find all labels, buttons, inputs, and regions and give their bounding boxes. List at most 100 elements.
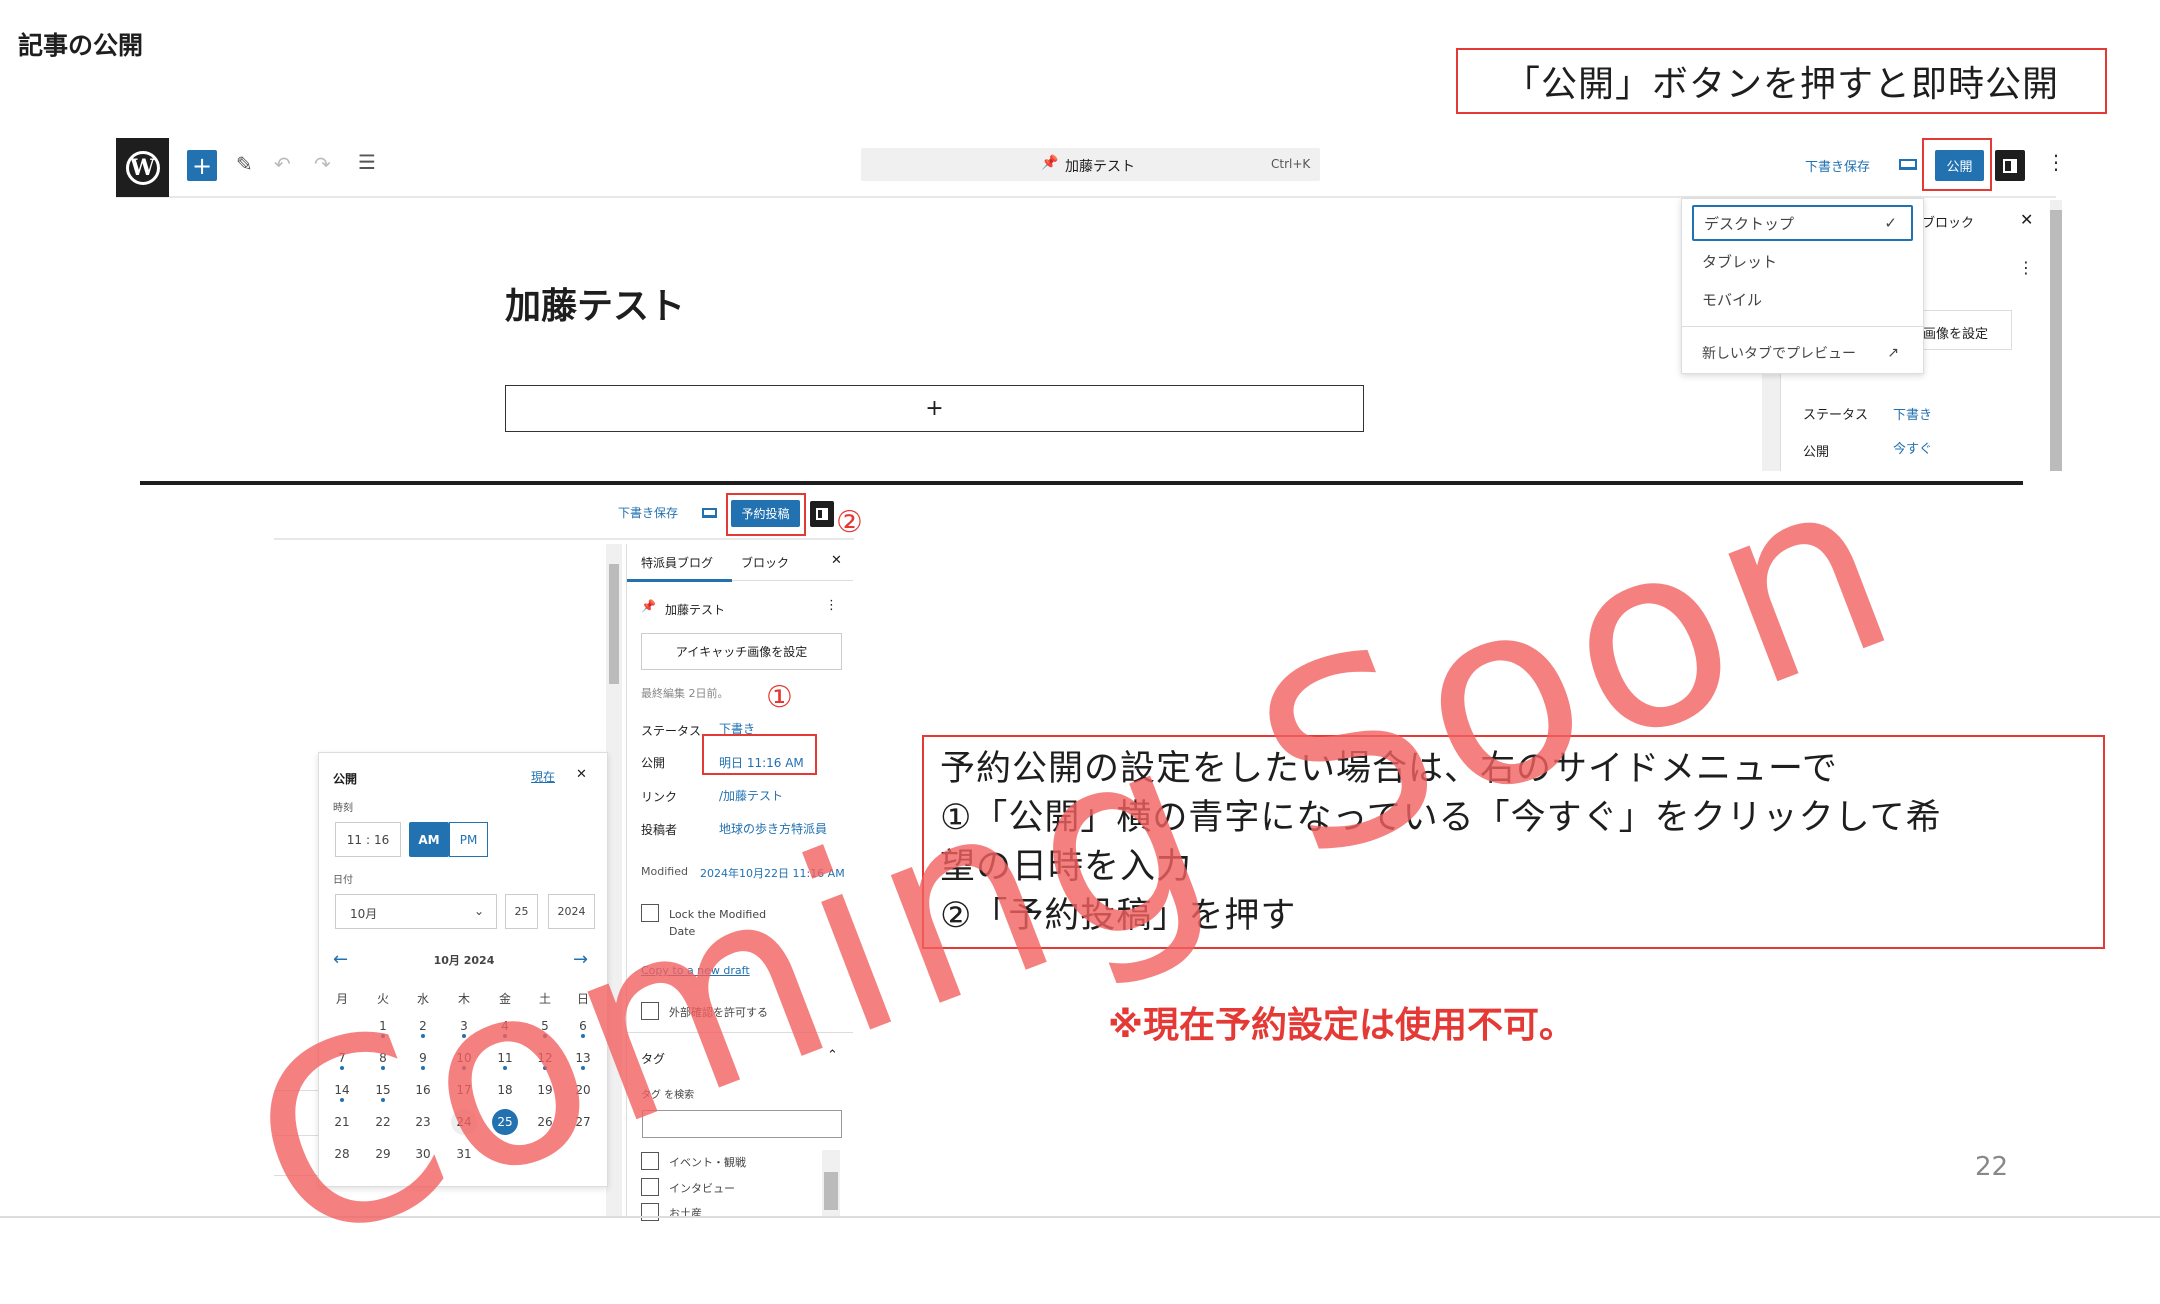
calendar-day[interactable]: 3: [449, 1013, 479, 1039]
allow-preview-checkbox[interactable]: [641, 1002, 659, 1020]
tag-checkbox[interactable]: [641, 1203, 659, 1221]
tab-block[interactable]: ブロック: [1922, 212, 1974, 231]
save-draft-button[interactable]: 下書き保存: [618, 504, 678, 521]
calendar-day[interactable]: 24: [451, 1109, 477, 1135]
calendar-day[interactable]: 6: [568, 1013, 598, 1039]
calendar-day[interactable]: 18: [490, 1077, 520, 1103]
calendar-day[interactable]: 21: [327, 1109, 357, 1135]
post-name: 加藤テスト: [665, 603, 726, 617]
toolbar-border: [274, 538, 854, 540]
featured-image-button[interactable]: 画像を設定: [1912, 310, 2012, 350]
calendar-day[interactable]: 16: [408, 1077, 438, 1103]
kebab-icon[interactable]: ⋮: [825, 598, 838, 613]
modified-value: 2024年10月22日 11:16 AM: [700, 867, 845, 880]
menu-item-mobile[interactable]: モバイル: [1692, 281, 1913, 317]
calendar-day[interactable]: 10: [449, 1045, 479, 1071]
post-dot-icon: [381, 1066, 385, 1070]
calendar-day[interactable]: 22: [368, 1109, 398, 1135]
undo-icon[interactable]: ↶: [274, 152, 291, 176]
marker-1: ①: [766, 680, 793, 715]
redo-icon[interactable]: ↷: [314, 152, 331, 176]
tab-block[interactable]: ブロック: [741, 554, 789, 571]
chevron-up-icon[interactable]: ⌃: [827, 1048, 838, 1063]
calendar-day[interactable]: 1: [368, 1013, 398, 1039]
tag-checkbox[interactable]: [641, 1178, 659, 1196]
settings-sidebar: 特派員ブログ ブロック ✕ 📌 加藤テスト ⋮ アイキャッチ画像を設定 最終編集…: [626, 544, 853, 1221]
tag-option: お土産: [669, 1207, 702, 1220]
calendar-day[interactable]: 5: [530, 1013, 560, 1039]
calendar-day[interactable]: 4: [490, 1013, 520, 1039]
calendar-day[interactable]: 28: [327, 1141, 357, 1167]
calendar-grid: 月火水木金土日 1 2 3 4 5 6 7 8 9 10 11 12 13 14 15 16 17 18 19 20 21…: [319, 753, 609, 1188]
allow-preview-label: 外部確認を許可する: [669, 1006, 768, 1019]
last-edited: 最終編集 2日前。: [641, 687, 729, 700]
slide-title: 記事の公開: [18, 31, 144, 60]
status-label: ステータス: [1803, 408, 1869, 423]
close-icon[interactable]: ✕: [2020, 210, 2033, 229]
lock-label-line1: Lock the Modified: [669, 908, 767, 921]
post-dot-icon: [381, 1034, 385, 1038]
weekday-label: 月: [335, 992, 348, 1006]
close-icon[interactable]: ✕: [831, 553, 842, 568]
options-kebab-icon[interactable]: ⋮: [2046, 150, 2066, 174]
calendar-day[interactable]: 29: [368, 1141, 398, 1167]
calendar-day[interactable]: 11: [490, 1045, 520, 1071]
lock-modified-checkbox[interactable]: [641, 904, 659, 922]
status-value[interactable]: 下書き: [1893, 404, 1932, 423]
calendar-day[interactable]: 26: [530, 1109, 560, 1135]
calendar-day[interactable]: 9: [408, 1045, 438, 1071]
weekday-label: 金: [498, 992, 511, 1006]
tag-checkbox[interactable]: [641, 1152, 659, 1170]
wordpress-logo[interactable]: W: [116, 138, 169, 197]
instruction-box: 予約公開の設定をしたい場合は、右のサイドメニューで ①「公開」横の青字になってい…: [922, 735, 2105, 949]
scrollbar[interactable]: [2050, 210, 2062, 471]
kebab-icon[interactable]: ⋮: [2018, 258, 2034, 277]
menu-item-new-tab-preview[interactable]: 新しいタブでプレビュー ↗: [1692, 335, 1913, 371]
calendar-day[interactable]: 27: [568, 1109, 598, 1135]
calendar-day[interactable]: 13: [568, 1045, 598, 1071]
post-dot-icon: [581, 1034, 585, 1038]
calendar-day[interactable]: 2: [408, 1013, 438, 1039]
tag-list-scrollbar[interactable]: [822, 1150, 840, 1218]
calendar-day[interactable]: 31: [449, 1141, 479, 1167]
modified-label: Modified: [641, 865, 688, 878]
menu-item-tablet[interactable]: タブレット: [1692, 243, 1913, 279]
tag-search-label: タグ を検索: [641, 1090, 695, 1101]
featured-image-button[interactable]: アイキャッチ画像を設定: [641, 633, 842, 670]
tag-search-input[interactable]: [642, 1110, 842, 1138]
tag-option: イベント・観戦: [669, 1156, 746, 1169]
calendar-day[interactable]: 8: [368, 1045, 398, 1071]
tab-post[interactable]: 特派員ブログ: [641, 554, 713, 571]
preview-icon[interactable]: [702, 508, 717, 518]
post-title[interactable]: 加藤テスト: [505, 277, 685, 329]
copy-draft-link[interactable]: Copy to a new draft: [641, 964, 750, 977]
calendar-day[interactable]: 23: [408, 1109, 438, 1135]
menu-item-label: 新しいタブでプレビュー: [1702, 346, 1856, 362]
calendar-day[interactable]: 20: [568, 1077, 598, 1103]
post-dot-icon: [462, 1066, 466, 1070]
calendar-day[interactable]: 12: [530, 1045, 560, 1071]
author-value[interactable]: 地球の歩き方特派員: [719, 820, 827, 837]
callout-box: 「公開」ボタンを押すと即時公開: [1456, 48, 2107, 114]
settings-toggle-button[interactable]: [810, 501, 834, 527]
calendar-day[interactable]: 17: [449, 1077, 479, 1103]
calendar-day[interactable]: 30: [408, 1141, 438, 1167]
command-bar[interactable]: 📌 加藤テスト Ctrl+K: [861, 148, 1320, 181]
calendar-day[interactable]: 7: [327, 1045, 357, 1071]
block-appender[interactable]: +: [505, 385, 1364, 432]
settings-toggle-button[interactable]: [1995, 150, 2025, 181]
calendar-day[interactable]: 25: [492, 1109, 518, 1135]
add-block-button[interactable]: +: [187, 150, 217, 181]
menu-item-label: デスクトップ: [1704, 214, 1795, 233]
calendar-day[interactable]: 14: [327, 1077, 357, 1103]
calendar-day[interactable]: 15: [368, 1077, 398, 1103]
save-draft-button[interactable]: 下書き保存: [1805, 156, 1870, 175]
menu-item-desktop[interactable]: デスクトップ ✓: [1692, 205, 1913, 241]
calendar-day[interactable]: 19: [530, 1077, 560, 1103]
pencil-icon[interactable]: ✎: [236, 152, 253, 176]
preview-icon[interactable]: [1899, 159, 1917, 170]
list-view-icon[interactable]: ☰: [358, 150, 376, 174]
publish-value[interactable]: 今すぐ: [1893, 438, 1932, 457]
tags-heading[interactable]: タグ: [641, 1050, 665, 1067]
link-value[interactable]: /加藤テスト: [719, 787, 783, 804]
